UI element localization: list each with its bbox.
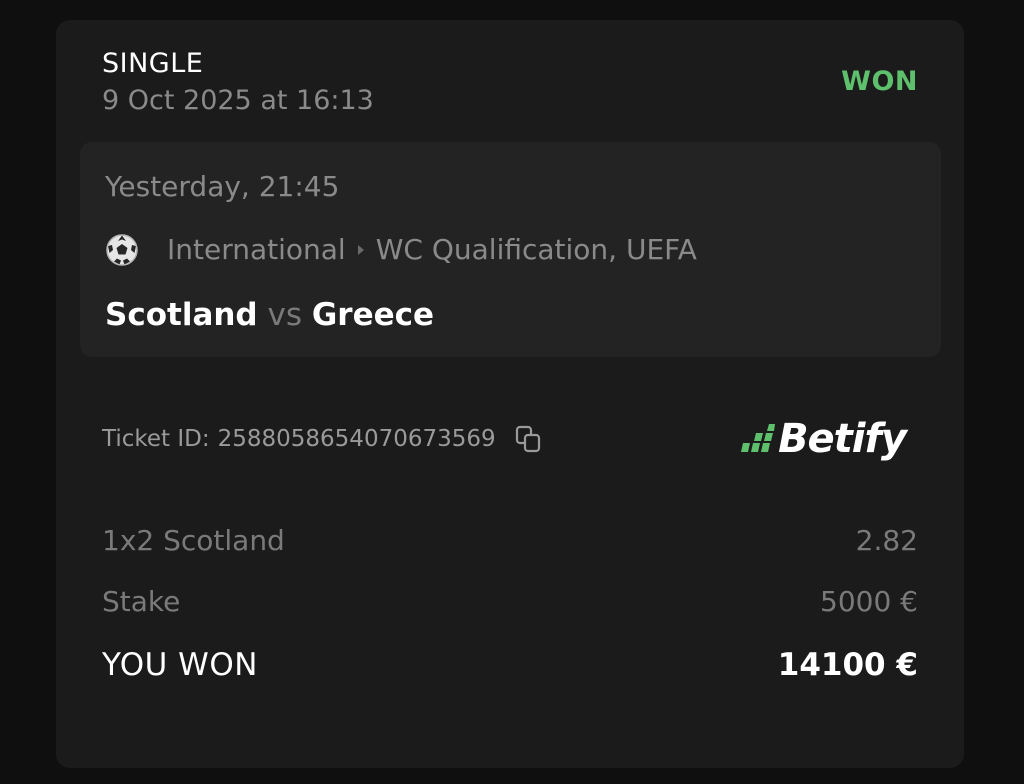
stake-row: Stake 5000 € xyxy=(102,582,918,622)
ticket-id-label: Ticket ID: xyxy=(102,426,210,452)
event-time: Yesterday, 21:45 xyxy=(105,170,340,203)
league-name: WC Qualification, UEFA xyxy=(375,233,697,266)
bet-status-badge: WON xyxy=(841,66,918,97)
event-panel[interactable]: Yesterday, 21:45 International WC Qualif… xyxy=(80,142,941,357)
stake-value: 5000 € xyxy=(820,585,918,618)
winnings-label: YOU WON xyxy=(102,647,258,683)
bet-placed-date: 9 Oct 2025 at 16:13 xyxy=(102,85,374,116)
betify-logo-mark xyxy=(739,423,776,455)
winnings-row: YOU WON 14100 € xyxy=(102,645,918,685)
ticket-id-value: 2588058654070673569 xyxy=(217,426,496,452)
betify-logo-text: Betify xyxy=(778,416,907,462)
vs-label: vs xyxy=(267,297,312,333)
caret-right-icon xyxy=(346,244,376,256)
odds-value: 2.82 xyxy=(855,524,918,557)
copy-icon[interactable] xyxy=(514,422,546,456)
away-team: Greece xyxy=(311,297,435,333)
winnings-value: 14100 € xyxy=(777,647,918,683)
selection-label: 1x2 Scotland xyxy=(102,524,285,557)
category-name: International xyxy=(167,233,346,266)
bet-ticket-card: SINGLE 9 Oct 2025 at 16:13 WON Yesterday… xyxy=(56,20,964,768)
ticket-id-row: Ticket ID: 2588058654070673569 xyxy=(102,422,546,456)
betify-logo: Betify xyxy=(739,414,907,464)
league-breadcrumb: International WC Qualification, UEFA xyxy=(105,233,697,267)
selection-row: 1x2 Scotland 2.82 xyxy=(102,521,918,561)
bet-type: SINGLE xyxy=(102,48,204,79)
stake-label: Stake xyxy=(102,585,181,618)
home-team: Scotland xyxy=(105,297,258,333)
match-teams: Scotland vs Greece xyxy=(105,295,434,335)
soccer-ball-icon xyxy=(105,233,141,267)
